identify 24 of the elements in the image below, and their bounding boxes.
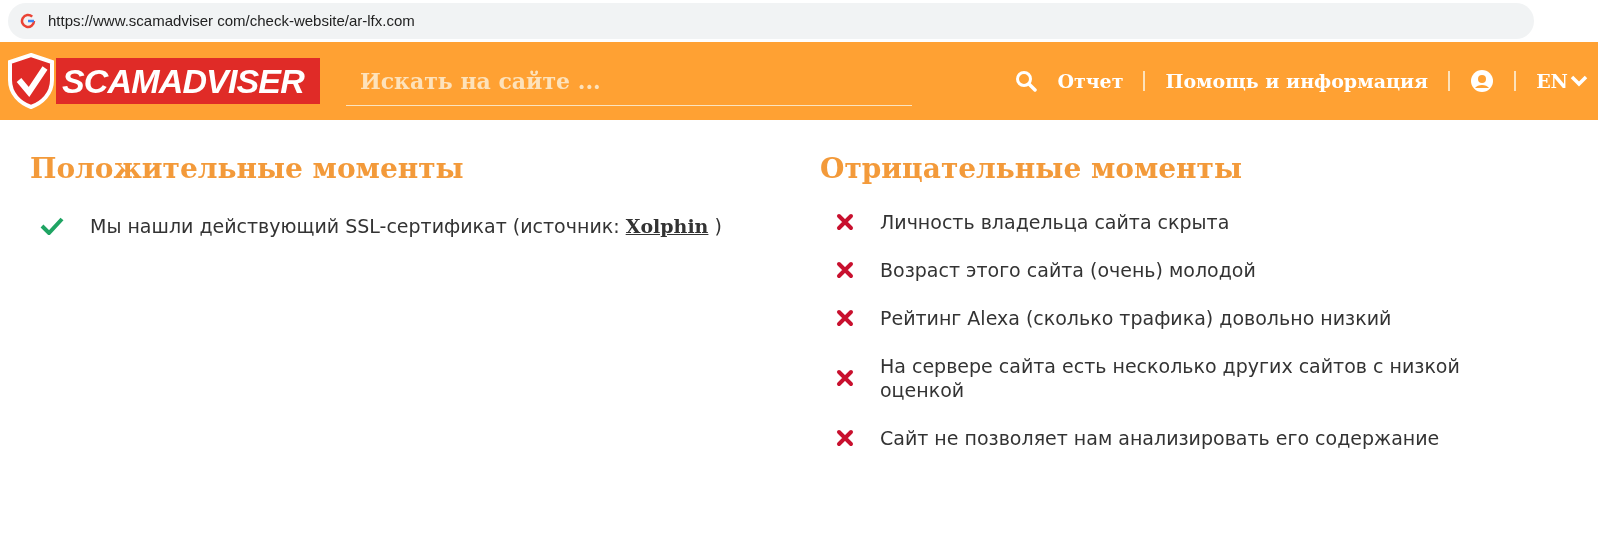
shield-check-icon[interactable]	[6, 53, 56, 109]
url-text: https://www.scamadviser com/check-website/ar-lfx.com	[48, 10, 415, 31]
address-bar[interactable]: https://www.scamadviser com/check-website/ar-lfx.com	[8, 3, 1534, 39]
negative-point: Личность владельца сайта скрыта	[880, 210, 1231, 234]
negative-point: Рейтинг Alexa (сколько трафика) довольно низкий	[880, 306, 1393, 330]
cross-icon	[836, 261, 854, 279]
search-icon[interactable]	[1015, 70, 1038, 92]
negative-point: На сервере сайта есть несколько других сайтов с низкой оценкой	[880, 354, 1461, 402]
negative-point: Возраст этого сайта (очень) молодой	[880, 258, 1257, 282]
check-icon	[40, 217, 64, 236]
section-title: Отрицательные моменты	[820, 151, 1243, 187]
google-icon	[20, 13, 36, 29]
user-icon[interactable]	[1470, 69, 1495, 93]
cross-icon	[836, 429, 854, 447]
section-title: Положительные моменты	[30, 151, 465, 187]
cross-icon	[836, 369, 854, 387]
positive-point: Мы нашли действующий SSL-сертификат (источник: Xolphin )	[90, 214, 722, 239]
chevron-down-icon	[1570, 74, 1588, 88]
search-field[interactable]: Искать на сайте ...	[345, 56, 912, 106]
logo[interactable]: SCAMADVISER	[56, 58, 320, 104]
cross-icon	[836, 309, 854, 327]
source-link[interactable]: Xolphin	[625, 215, 709, 237]
negative-point: Сайт не позволяет нам анализировать его содержание	[880, 426, 1441, 450]
cross-icon	[836, 213, 854, 231]
